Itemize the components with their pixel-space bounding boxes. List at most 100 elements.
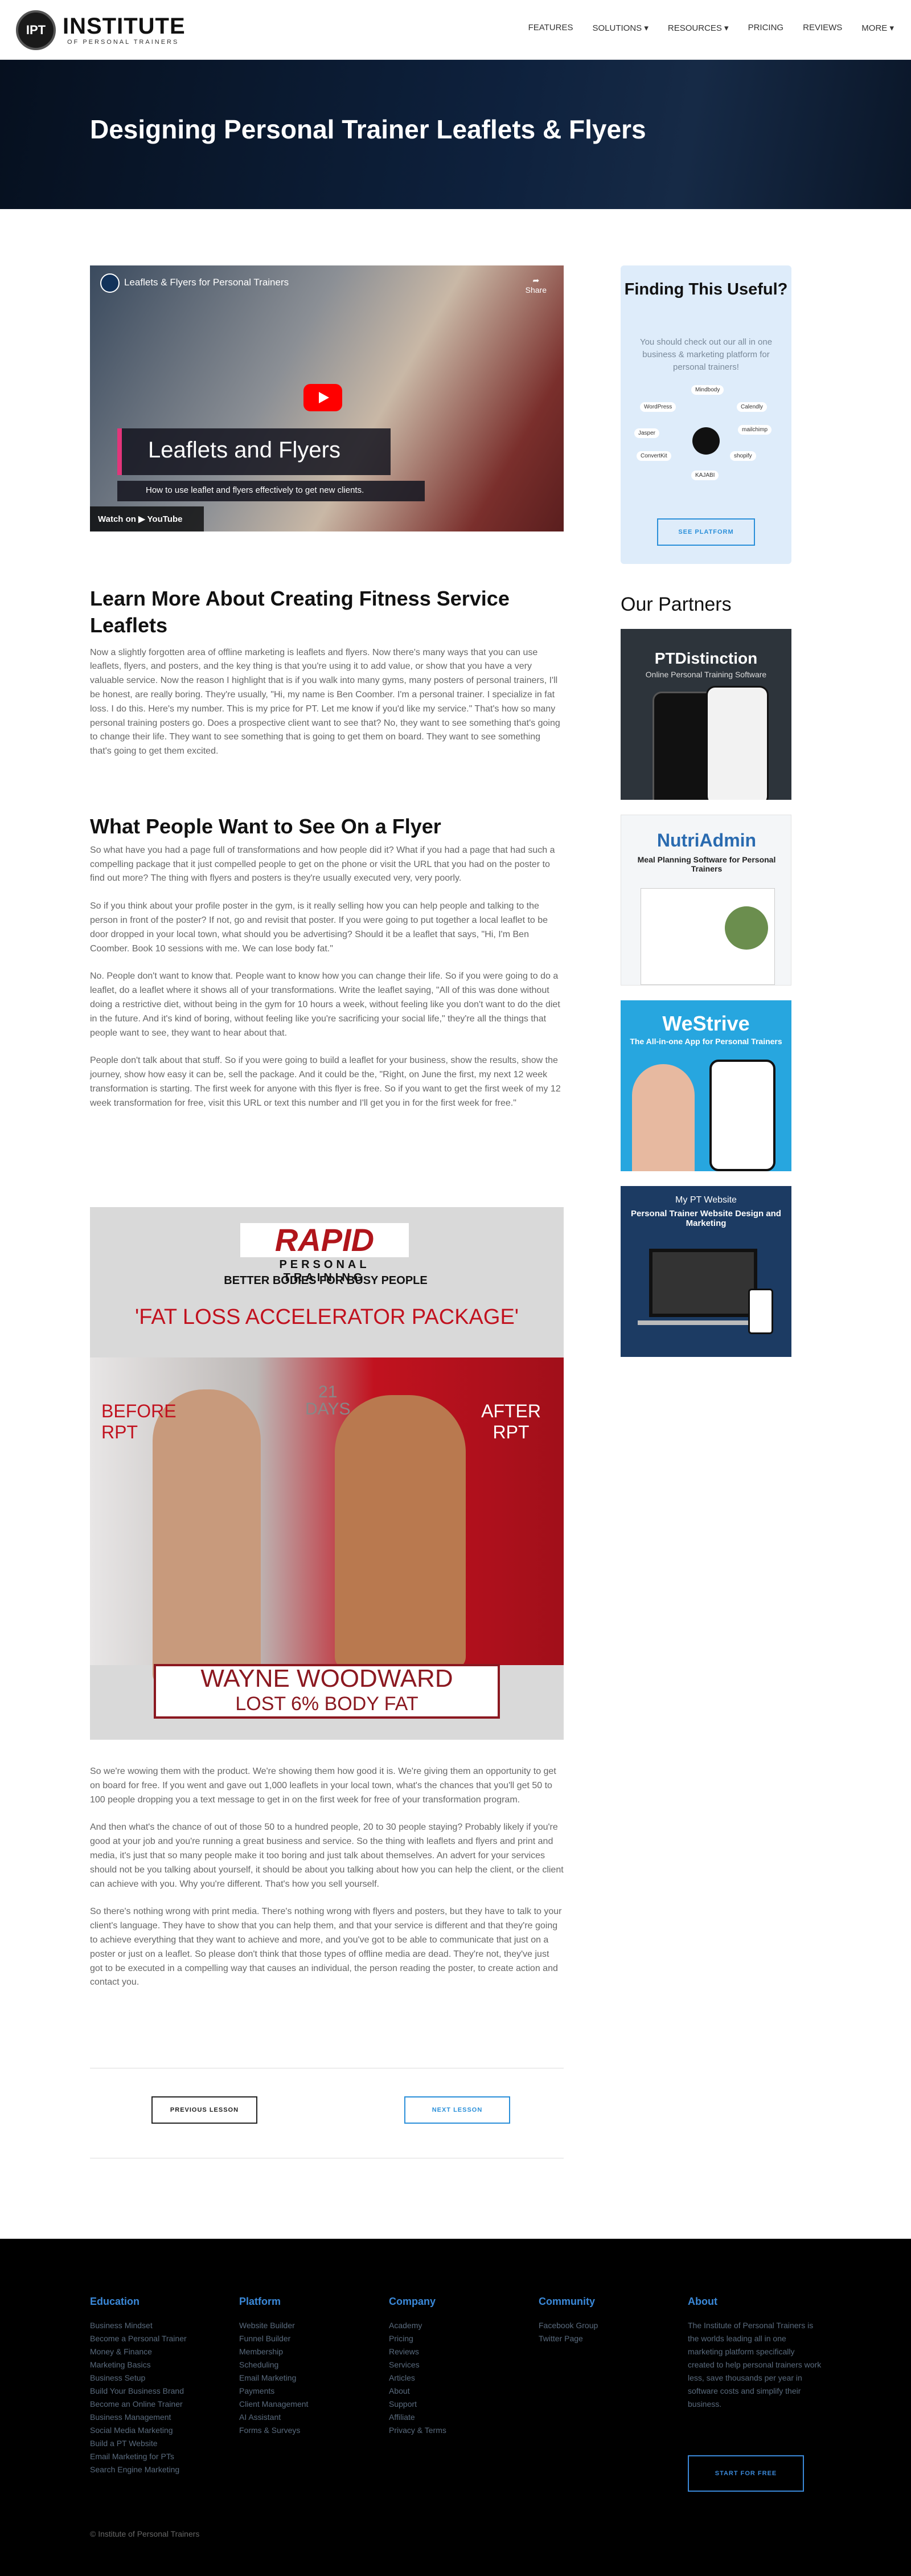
channel-logo[interactable] <box>100 273 120 293</box>
play-button[interactable] <box>303 384 342 411</box>
footer-link[interactable]: Membership <box>239 2345 359 2358</box>
footer-link[interactable]: Build a PT Website <box>90 2437 210 2450</box>
nav-item-reviews[interactable]: REVIEWS <box>803 23 842 33</box>
poster-tagline: BETTER BODIES FOR BUSY PEOPLE <box>224 1274 428 1287</box>
page-title: Designing Personal Trainer Leaflets & Fl… <box>90 115 646 144</box>
footer-link[interactable]: Email Marketing for PTs <box>90 2450 210 2463</box>
footer-link[interactable]: Become a Personal Trainer <box>90 2332 210 2345</box>
article-section-1: Learn More About Creating Fitness Servic… <box>90 586 564 759</box>
phone-mockup <box>709 1060 775 1171</box>
partner-title: My PT Website <box>675 1195 737 1205</box>
integration-label: ConvertKit <box>637 451 671 461</box>
footer-link[interactable]: Pricing <box>389 2332 508 2345</box>
poster-brand: RAPID <box>240 1223 409 1257</box>
footer-link[interactable]: Affiliate <box>389 2411 508 2424</box>
footer-column-platform: Platform Website Builder Funnel Builder … <box>239 2296 359 2437</box>
integration-label: Calendly <box>737 402 767 412</box>
promo-text: You should check out our all in one busi… <box>639 337 773 372</box>
footer-link[interactable]: Business Management <box>90 2411 210 2424</box>
nav-item-pricing[interactable]: PRICING <box>748 23 784 33</box>
video-player[interactable]: Leaflets & Flyers for Personal Trainers … <box>90 265 564 531</box>
footer-column-about: About The Institute of Personal Trainers… <box>688 2296 822 2411</box>
ipt-hub-icon <box>692 427 720 455</box>
watch-on-youtube[interactable]: Watch on ▶ YouTube <box>90 506 204 531</box>
see-platform-button[interactable]: SEE PLATFORM <box>657 518 755 546</box>
partner-card-mypt-website[interactable]: My PT Website Personal Trainer Website D… <box>621 1186 791 1357</box>
next-lesson-button[interactable]: NEXT LESSON <box>404 2096 510 2124</box>
partner-title: WeStrive <box>662 1012 750 1035</box>
trainer-photo <box>632 1064 695 1171</box>
footer-link[interactable]: Scheduling <box>239 2358 359 2371</box>
after-figure <box>335 1395 466 1669</box>
footer-link[interactable]: Business Setup <box>90 2371 210 2385</box>
footer-link[interactable]: Payments <box>239 2385 359 2398</box>
video-overlay-subtitle: How to use leaflet and flyers effectivel… <box>117 481 425 501</box>
video-title[interactable]: Leaflets & Flyers for Personal Trainers <box>124 277 289 288</box>
footer-link[interactable]: Search Engine Marketing <box>90 2463 210 2476</box>
footer-link[interactable]: AI Assistant <box>239 2411 359 2424</box>
paragraph: So we're wowing them with the product. W… <box>90 1767 556 1805</box>
footer-link[interactable]: Email Marketing <box>239 2371 359 2385</box>
nav-item-more[interactable]: MORE ▾ <box>861 23 894 33</box>
paragraph: So what have you had a page full of tran… <box>90 845 555 884</box>
footer-link[interactable]: Money & Finance <box>90 2345 210 2358</box>
previous-lesson-button[interactable]: PREVIOUS LESSON <box>151 2096 257 2124</box>
phone-mockup <box>748 1289 773 1334</box>
footer-link[interactable]: Marketing Basics <box>90 2358 210 2371</box>
laptop-mockup <box>649 1249 757 1317</box>
footer-link[interactable]: Twitter Page <box>539 2332 658 2345</box>
poster-days-label: 21 DAYS <box>305 1383 351 1418</box>
integration-label: WordPress <box>640 402 676 412</box>
paragraph: No. People don't want to know that. Peop… <box>90 971 560 1038</box>
integration-label: KAJABI <box>691 471 719 480</box>
section-heading: What People Want to See On a Flyer <box>90 815 441 838</box>
footer-about-text: The Institute of Personal Trainers is th… <box>688 2321 822 2409</box>
poster-before-label: BEFORE RPT <box>101 1401 177 1442</box>
integration-label: Jasper <box>634 428 660 438</box>
footer-link[interactable]: Become an Online Trainer <box>90 2398 210 2411</box>
partner-card-ptdistinction[interactable]: PTDistinction Online Personal Training S… <box>621 629 791 800</box>
poster-package: 'FAT LOSS ACCELERATOR PACKAGE' <box>134 1305 519 1329</box>
poster-client-name: WAYNE WOODWARD <box>200 1665 453 1692</box>
video-overlay-text: Leaflets and Flyers <box>148 437 340 463</box>
footer-link[interactable]: About <box>389 2385 508 2398</box>
partner-card-nutriadmin[interactable]: NutriAdmin Meal Planning Software for Pe… <box>621 815 791 986</box>
footer-link[interactable]: Academy <box>389 2319 508 2332</box>
footer-column-education: Education Business Mindset Become a Pers… <box>90 2296 210 2476</box>
nav-item-features[interactable]: FEATURES <box>528 23 573 33</box>
phone-mockup <box>706 686 769 800</box>
footer-link[interactable]: Services <box>389 2358 508 2371</box>
footer-heading: Community <box>539 2296 595 2307</box>
partner-card-westrive[interactable]: WeStrive The All-in-one App for Personal… <box>621 1000 791 1171</box>
nav-item-resources[interactable]: RESOURCES ▾ <box>668 23 729 33</box>
poster-result: LOST 6% BODY FAT <box>235 1693 418 1715</box>
share-button[interactable]: ➦ Share <box>526 276 547 295</box>
footer-link[interactable]: Build Your Business Brand <box>90 2385 210 2398</box>
paragraph: Now a slightly forgotten area of offline… <box>90 647 560 757</box>
footer-heading: Company <box>389 2296 436 2307</box>
footer-link[interactable]: Support <box>389 2398 508 2411</box>
article-section-3: So we're wowing them with the product. W… <box>90 1765 564 1990</box>
footer-link[interactable]: Facebook Group <box>539 2319 658 2332</box>
nav-menu: FEATURES SOLUTIONS ▾ RESOURCES ▾ PRICING… <box>528 23 894 33</box>
footer-heading: Platform <box>239 2296 281 2307</box>
footer-link[interactable]: Website Builder <box>239 2319 359 2332</box>
logo-title[interactable]: INSTITUTE <box>63 14 186 39</box>
article-section-2: What People Want to See On a Flyer So wh… <box>90 813 564 1111</box>
footer-link[interactable]: Social Media Marketing <box>90 2424 210 2437</box>
footer-link[interactable]: Privacy & Terms <box>389 2424 508 2437</box>
start-for-free-button[interactable]: START FOR FREE <box>688 2455 804 2492</box>
footer-link[interactable]: Client Management <box>239 2398 359 2411</box>
nav-item-solutions[interactable]: SOLUTIONS ▾ <box>592 23 648 33</box>
integration-label: Mindbody <box>691 385 724 395</box>
footer-heading: About <box>688 2296 717 2307</box>
footer-link[interactable]: Forms & Surveys <box>239 2424 359 2437</box>
site-footer: Education Business Mindset Become a Pers… <box>0 2239 911 2576</box>
footer-link[interactable]: Funnel Builder <box>239 2332 359 2345</box>
paragraph: So there's nothing wrong with print medi… <box>90 1907 562 1988</box>
footer-link[interactable]: Articles <box>389 2371 508 2385</box>
footer-link[interactable]: Reviews <box>389 2345 508 2358</box>
logo-mark[interactable]: IPT <box>16 10 56 50</box>
platform-promo-box: Finding This Useful? You should check ou… <box>621 265 791 564</box>
footer-link[interactable]: Business Mindset <box>90 2319 210 2332</box>
